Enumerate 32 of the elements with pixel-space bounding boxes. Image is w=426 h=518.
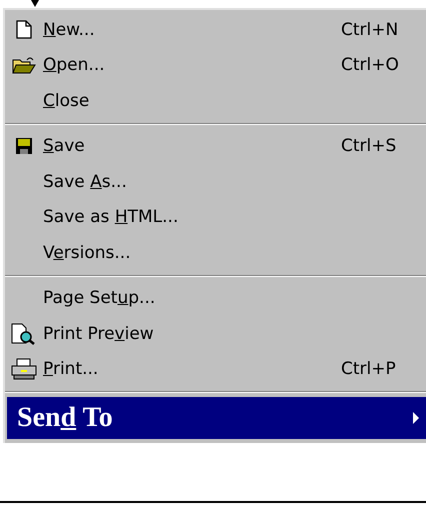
- menu-item-label: Send To: [17, 402, 114, 434]
- menu-item-label: Save as HTML...: [43, 207, 180, 228]
- menu-item[interactable]: Open... Ctrl+O: [5, 48, 426, 83]
- menu-item-label: New...: [43, 20, 96, 40]
- print-preview-icon: [11, 322, 37, 345]
- menu-item[interactable]: Print... Ctrl+P: [5, 352, 426, 387]
- menu-item[interactable]: Versions...: [5, 235, 426, 270]
- submenu-arrow-icon: [413, 412, 419, 424]
- menu-item[interactable]: Save as HTML...: [5, 200, 426, 235]
- menu-item-label: Close: [43, 90, 90, 111]
- menu-item[interactable]: Send To: [7, 397, 426, 439]
- menu-item-label: Open...: [43, 55, 106, 76]
- menu-item[interactable]: Print Preview: [5, 316, 426, 352]
- menu-item[interactable]: Page Setup...: [5, 280, 426, 316]
- menu-item-label: Page Setup...: [43, 288, 156, 308]
- menu-item-label: Print Preview: [43, 324, 155, 344]
- folder-icon: [12, 56, 36, 74]
- menu-item-label: Save As...: [43, 172, 128, 192]
- shortcut-label: Ctrl+P: [341, 359, 397, 380]
- menu-item-label: Save: [43, 136, 86, 156]
- menu-item[interactable]: Close: [5, 83, 426, 118]
- printer-icon: [11, 358, 37, 380]
- menu-item[interactable]: New... Ctrl+N: [5, 12, 426, 48]
- menu-item[interactable]: Save Ctrl+S: [5, 128, 426, 164]
- menu-item-label: Print...: [43, 359, 100, 380]
- blank-page-icon: [16, 20, 32, 40]
- pointer-icon: [31, 0, 39, 7]
- shortcut-label: Ctrl+O: [341, 55, 400, 76]
- menu-item[interactable]: Save As...: [5, 164, 426, 200]
- shortcut-label: Ctrl+N: [341, 20, 400, 40]
- shortcut-label: Ctrl+S: [341, 136, 398, 156]
- menu-item-label: Versions...: [43, 242, 132, 263]
